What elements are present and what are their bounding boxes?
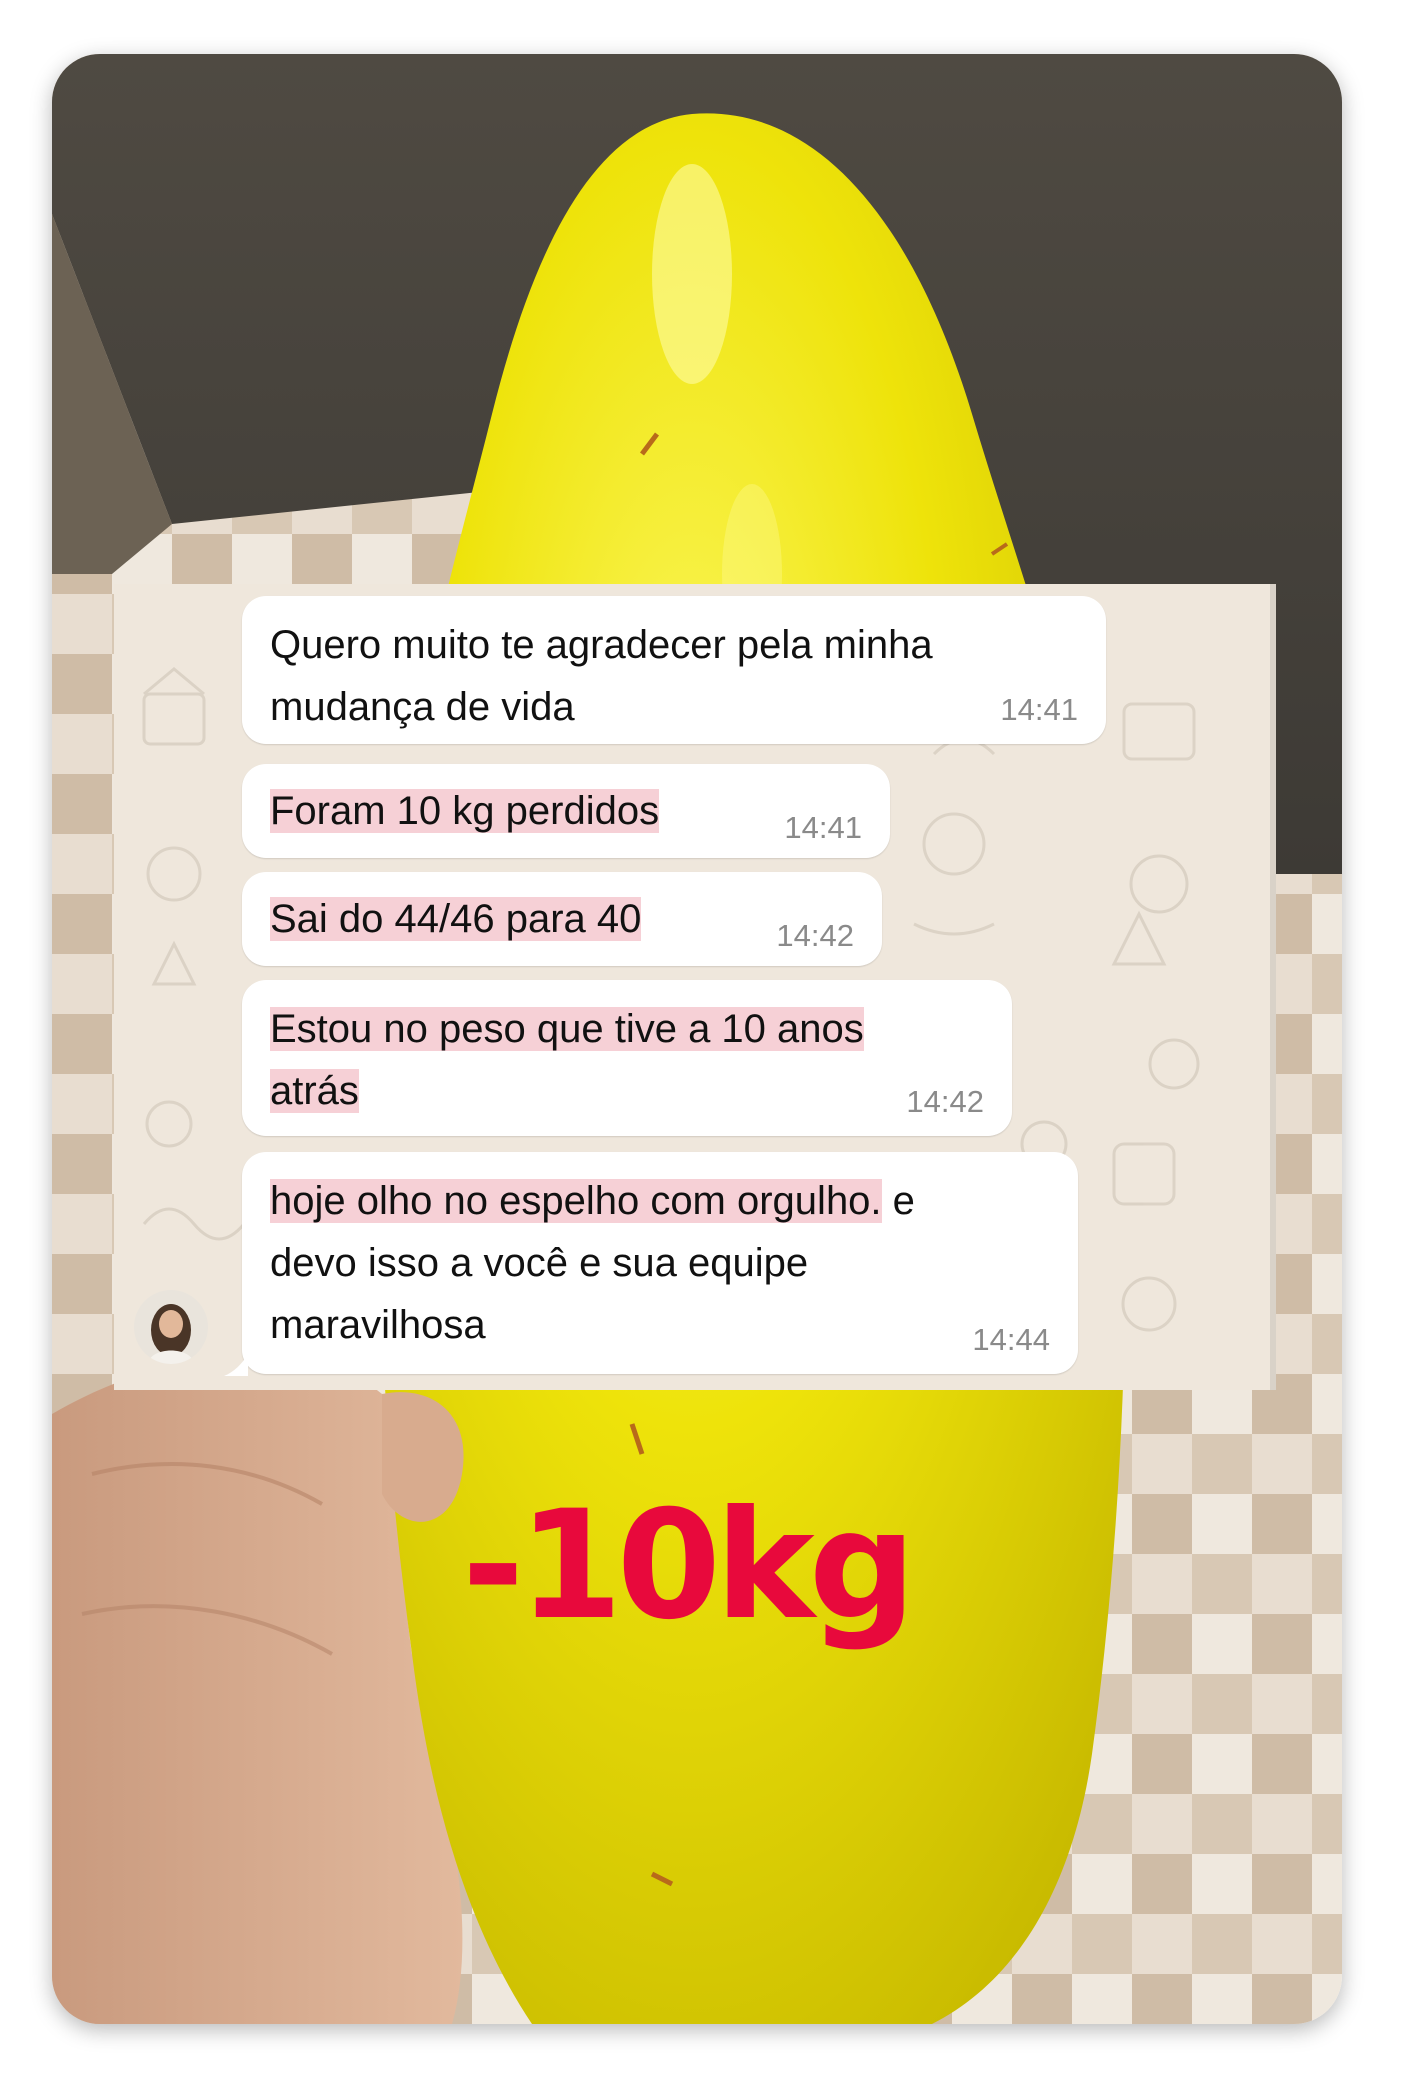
avatar[interactable] <box>134 1290 208 1364</box>
message-text: Sai do 44/46 para 40 <box>270 888 642 950</box>
message-text: hoje olho no espelho com orgulho. e devo… <box>270 1179 915 1347</box>
highlighted-text: hoje olho no espelho com orgulho. <box>270 1179 882 1223</box>
highlighted-text: atrás <box>270 1069 359 1113</box>
message-bubble: Sai do 44/46 para 40 14:42 <box>242 872 882 966</box>
highlighted-text: Foram 10 kg perdidos <box>270 789 660 833</box>
message-bubble: Foram 10 kg perdidos 14:41 <box>242 764 890 858</box>
message-timestamp: 14:44 <box>972 1322 1050 1357</box>
highlighted-text: Sai do 44/46 para 40 <box>270 897 642 941</box>
message-bubble: Estou no peso que tive a 10 anos atrás 1… <box>242 980 1012 1136</box>
message-bubble: hoje olho no espelho com orgulho. e devo… <box>242 1152 1078 1374</box>
message-text: Estou no peso que tive a 10 anos atrás <box>270 998 864 1122</box>
photo-card: Quero muito te agradecer pela minha muda… <box>52 54 1342 2024</box>
message-bubble: Quero muito te agradecer pela minha muda… <box>242 596 1106 744</box>
message-timestamp: 14:41 <box>1000 692 1078 727</box>
message-text: Foram 10 kg perdidos <box>270 780 660 842</box>
message-timestamp: 14:42 <box>906 1084 984 1119</box>
message-timestamp: 14:42 <box>776 918 854 953</box>
chat-screenshot: Quero muito te agradecer pela minha muda… <box>114 584 1276 1390</box>
highlighted-text: Estou no peso que tive a 10 anos <box>270 1007 864 1051</box>
scrollbar-edge <box>1270 584 1276 1390</box>
message-text: Quero muito te agradecer pela minha muda… <box>270 623 933 729</box>
weight-loss-label: -10kg <box>462 1479 916 1653</box>
bubble-tail <box>224 1354 248 1376</box>
message-timestamp: 14:41 <box>784 810 862 845</box>
